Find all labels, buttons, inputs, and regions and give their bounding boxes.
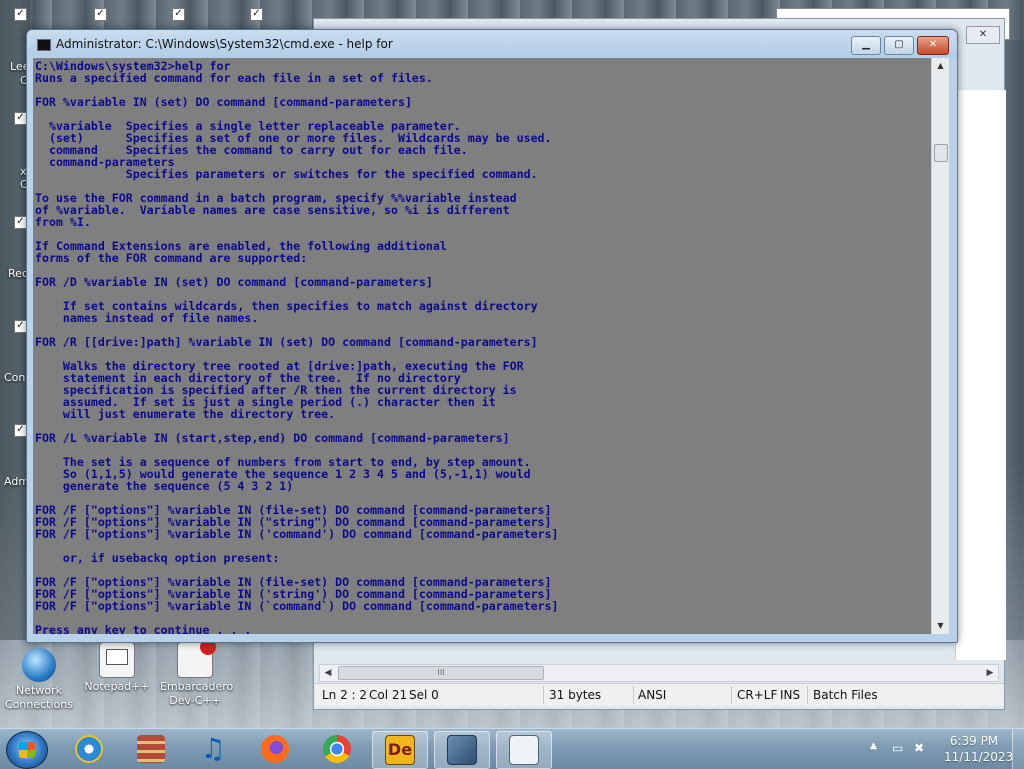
scroll-up-arrow-icon[interactable]: ▲ [932,58,949,74]
network-tray-icon[interactable]: ▭ [892,741,903,755]
status-insert-mode: INS [780,688,801,702]
desktop-icon-devcpp[interactable]: Embarcadero Dev-C++ [160,639,234,708]
taskbar-firefox[interactable] [248,731,302,767]
chrome-icon [323,735,351,763]
show-desktop-button[interactable] [1012,729,1024,769]
status-divider [633,686,634,704]
delphi-icon: De [385,735,415,765]
desktop-icon-notepadpp[interactable]: Notepad++ [82,642,152,694]
notepadpp-editor-area[interactable] [955,90,1006,660]
desktop-icon-label: Network Connections [5,684,73,711]
taskbar-internet-explorer[interactable] [62,731,116,767]
status-line-col: Ln 2 : 2 [322,688,368,702]
clock-date: 11/11/2023 [944,750,1014,764]
console-line: FOR %variable IN (set) DO command [comma… [35,95,412,109]
notepadpp-icon [509,735,539,765]
volume-muted-icon[interactable]: ✖ [914,741,924,755]
scroll-left-arrow-icon[interactable]: ◀ [320,665,336,681]
icon-checkbox[interactable]: ✓ [94,8,107,21]
status-length: 31 bytes [549,688,602,702]
console-line: will just enumerate the directory tree. [35,407,336,421]
taskbar-music[interactable]: ♫ [186,731,240,767]
console-line: Specifies parameters or switches for the… [35,167,538,181]
scrollbar-thumb[interactable]: III [338,666,544,680]
status-divider [543,686,544,704]
control-panel-icon [447,735,477,765]
taskbar-delphi[interactable]: De [372,731,428,769]
taskbar-chrome[interactable] [310,731,364,767]
close-button[interactable]: ✕ [917,36,949,55]
scroll-down-arrow-icon[interactable]: ▼ [932,618,949,634]
minimize-button[interactable]: ▁ [851,36,881,55]
console-line: FOR /R [[drive:]path] %variable IN (set)… [35,335,538,349]
taskbar-notepadpp[interactable] [496,731,552,769]
console-line: Press any key to continue . . . [35,623,252,634]
console-line: names instead of file names. [35,311,259,325]
desktop-icon-label: Con [4,371,26,384]
notepadpp-icon [99,642,135,678]
scroll-right-arrow-icon[interactable]: ▶ [982,665,998,681]
desktop-icon-label: Embarcadero Dev-C++ [160,680,234,707]
status-divider [731,686,732,704]
status-encoding: ANSI [638,688,667,702]
icon-checkbox[interactable]: ✓ [172,8,185,21]
notepadpp-close-button[interactable]: ✕ [966,26,1000,44]
status-sel: Sel 0 [409,688,439,702]
taskbar-archive-manager[interactable] [124,731,178,767]
devcpp-icon [177,639,216,678]
scrollbar-thumb[interactable] [934,144,948,162]
console-vertical-scrollbar[interactable]: ▲ ▼ [931,58,949,634]
console-line: from %I. [35,215,91,229]
console-line: generate the sequence (5 4 3 2 1) [35,479,294,493]
console-line: FOR /F ["options"] %variable IN (`comman… [35,599,559,613]
archive-icon [137,735,165,763]
console-line: FOR /F ["options"] %variable IN ('comman… [35,527,559,541]
cmd-title-bar[interactable]: Administrator: C:\Windows\System32\cmd.e… [27,30,957,57]
network-globe-icon [22,648,56,682]
status-language: Batch Files [813,688,878,702]
start-button[interactable] [6,731,48,769]
desktop-icon-label: Notepad++ [84,680,150,693]
desktop-icon-network-connections[interactable]: Network Connections [4,648,74,712]
firefox-icon [261,735,289,763]
taskbar-control-panel[interactable] [434,731,490,769]
status-col: Col 21 [369,688,408,702]
maximize-button[interactable]: ▢ [884,36,914,55]
console-line: forms of the FOR command are supported: [35,251,308,265]
status-divider [807,686,808,704]
icon-checkbox[interactable]: ✓ [14,8,27,21]
desktop-icon-label: Rec [8,267,28,280]
cmd-window: Administrator: C:\Windows\System32\cmd.e… [26,29,958,643]
windows-logo-icon [19,742,35,758]
console-text: C:\Windows\system32>help for Runs a speci… [33,58,931,634]
clock-time: 6:39 PM [949,734,999,748]
console-output[interactable]: C:\Windows\system32>help for Runs a speci… [33,58,931,634]
tray-expand-icon[interactable]: ▲ [870,741,877,751]
cmd-window-title: Administrator: C:\Windows\System32\cmd.e… [56,37,393,51]
internet-explorer-icon [75,735,103,763]
notepadpp-horizontal-scrollbar[interactable]: ◀ III ▶ [319,664,999,682]
status-eol: CR+LF [737,688,778,702]
console-line: of %variable. Variable names are case se… [35,203,510,217]
console-line: FOR /L %variable IN (start,step,end) DO … [35,431,510,445]
cmd-icon [37,39,51,51]
scrollbar-grip: III [437,668,445,677]
music-note-icon: ♫ [200,732,226,765]
icon-checkbox[interactable]: ✓ [250,8,263,21]
notepadpp-status-bar: Ln 2 : 2 Col 21 Sel 0 31 bytes ANSI CR+L… [315,683,1004,706]
console-line: Runs a specified command for each file i… [35,71,433,85]
taskbar-clock[interactable]: 6:39 PM 11/11/2023 [944,733,1014,765]
taskbar: ♫ De ▲ ▭ ✖ 6:39 PM 11/11/2023 [0,728,1024,769]
console-line: or, if usebackq option present: [35,551,280,565]
console-line: FOR /D %variable IN (set) DO command [co… [35,275,433,289]
